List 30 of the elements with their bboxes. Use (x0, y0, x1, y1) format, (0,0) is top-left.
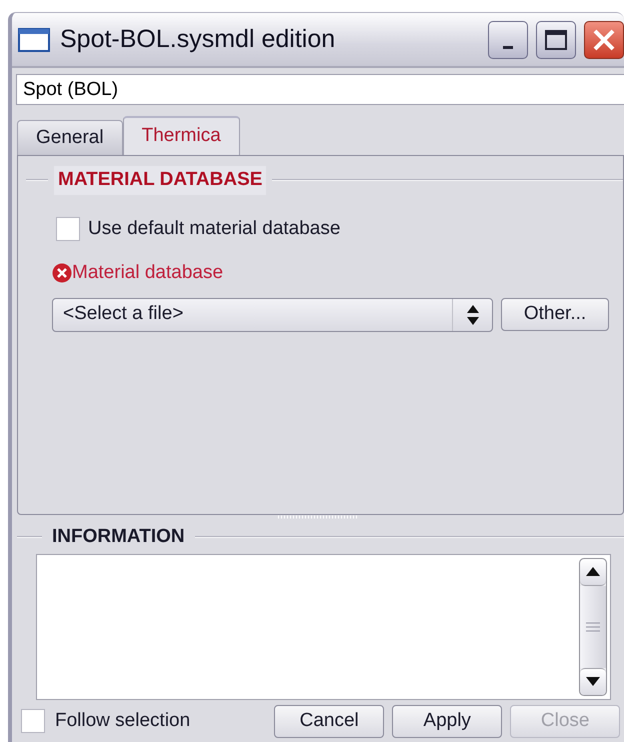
checkbox-label: Use default material database (88, 216, 340, 240)
tab[interactable]: General (17, 120, 123, 155)
scrollbar[interactable] (579, 558, 607, 696)
dialog-button[interactable]: Apply (392, 704, 502, 738)
dialog-button[interactable]: Cancel (274, 704, 384, 738)
field-label: Material database (72, 261, 224, 285)
down-arrow-icon (586, 677, 600, 686)
close-icon (591, 26, 617, 52)
file-select[interactable]: <Select a file> (52, 298, 493, 332)
spin-arrows-icon (466, 304, 480, 326)
checkbox[interactable] (56, 216, 80, 241)
group-title: INFORMATION (51, 525, 186, 549)
minimize-button[interactable] (488, 20, 528, 58)
scroll-up-button[interactable] (580, 558, 606, 586)
splitter-grip[interactable] (278, 515, 358, 519)
minimize-icon (503, 46, 513, 49)
name-field[interactable]: Spot (BOL) (16, 74, 624, 105)
maximize-icon (544, 28, 568, 50)
window-title: Spot-BOL.sysmdl edition (60, 24, 336, 55)
close-button[interactable] (584, 20, 624, 58)
window-icon (18, 28, 50, 52)
checkbox[interactable] (21, 709, 45, 733)
scroll-thumb[interactable] (580, 586, 606, 668)
maximize-button[interactable] (536, 20, 576, 58)
group-title: MATERIAL DATABASE (54, 166, 266, 194)
scroll-down-button[interactable] (580, 668, 606, 694)
other-button[interactable]: Other... (501, 298, 609, 331)
up-arrow-icon (586, 567, 600, 576)
tab[interactable]: Thermica (122, 116, 240, 155)
checkbox-label: Follow selection (55, 708, 190, 733)
